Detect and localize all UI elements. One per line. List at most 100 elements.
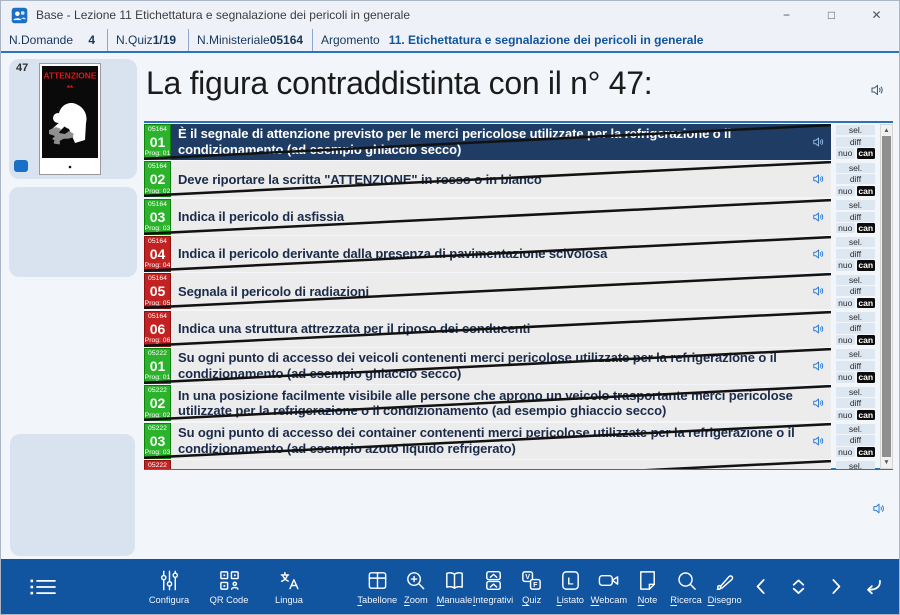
close-button[interactable]: ✕ (854, 1, 899, 29)
speaker-icon[interactable] (812, 322, 826, 336)
toolbar-label-zoom: Zoom (404, 595, 428, 605)
sel-button[interactable]: sel. (836, 387, 875, 397)
diff-button[interactable]: diff (836, 249, 875, 259)
toolbar-item-lingua[interactable]: Lingua (267, 559, 311, 614)
speaker-icon[interactable] (812, 172, 826, 186)
can-button[interactable]: can (857, 298, 876, 308)
toolbar-item-webcam[interactable]: Webcam (590, 559, 629, 614)
answer-row[interactable]: 05164 02 Prog: 02 Deve riportare la scri… (144, 161, 831, 197)
sel-button[interactable]: sel. (836, 349, 875, 359)
toolbar-item-listato[interactable]: L Listato (551, 559, 590, 614)
answer-code: 05164 (148, 238, 167, 246)
answer-row-controls: sel. diff nuo can (835, 273, 876, 309)
scrollbar-thumb[interactable] (882, 136, 891, 457)
scroll-up-icon[interactable]: ▲ (881, 126, 892, 135)
toolbar-item-manuale[interactable]: Manuale (435, 559, 474, 614)
speaker-icon[interactable] (812, 135, 826, 149)
can-button[interactable]: can (857, 186, 876, 196)
sel-button[interactable]: sel. (836, 275, 875, 285)
toolbar-item-prev[interactable] (746, 559, 776, 614)
nuo-button[interactable]: nuo (836, 186, 855, 196)
nuo-button[interactable]: nuo (836, 148, 855, 158)
toolbar-item-menu[interactable] (23, 559, 63, 614)
toolbar-item-note[interactable]: Note (628, 559, 667, 614)
answer-number: 01 (150, 359, 166, 373)
toolbar-item-disegno[interactable]: Disegno (705, 559, 744, 614)
nuo-button[interactable]: nuo (836, 447, 855, 457)
toolbar-item-configura[interactable]: Configura (143, 559, 195, 614)
speaker-icon[interactable] (812, 210, 826, 224)
speaker-icon[interactable] (812, 434, 826, 448)
speaker-icon[interactable] (812, 396, 826, 410)
sel-button[interactable]: sel. (836, 312, 875, 322)
can-button[interactable]: can (857, 410, 876, 420)
toolbar-item-ricerca[interactable]: Ricerca (667, 559, 706, 614)
speaker-icon[interactable] (812, 359, 826, 373)
nuo-button[interactable]: nuo (836, 298, 855, 308)
answer-code: 05164 (148, 275, 167, 283)
answer-row[interactable]: 05164 01 Prog: 01 È il segnale di attenz… (144, 124, 831, 160)
answer-row[interactable]: 05222 04 Prog: 04 Sui 2 lati della cabin… (144, 460, 831, 469)
answer-row[interactable]: 05222 02 Prog: 02 In una posizione facil… (144, 385, 831, 421)
answers-list: 05164 01 Prog: 01 È il segnale di attenz… (144, 124, 831, 469)
nuo-button[interactable]: nuo (836, 335, 855, 345)
answer-number: 04 (150, 247, 166, 261)
speaker-icon[interactable] (812, 284, 826, 298)
sel-button[interactable]: sel. (836, 125, 875, 135)
toolbar-item-next[interactable] (820, 559, 850, 614)
maximize-button[interactable]: □ (809, 1, 854, 29)
nuo-button[interactable]: nuo (836, 372, 855, 382)
diff-button[interactable]: diff (836, 361, 875, 371)
sel-button[interactable]: sel. (836, 200, 875, 210)
scroll-down-icon[interactable]: ▼ (881, 458, 892, 467)
grid-board-icon (366, 569, 389, 592)
can-button[interactable]: can (857, 447, 876, 457)
answer-badge: 05222 04 Prog: 04 (144, 460, 171, 469)
diff-button[interactable]: diff (836, 286, 875, 296)
chevrons-up-down-icon (788, 576, 809, 597)
stat-n-ministeriale: N.Ministeriale 05164 (189, 29, 313, 51)
page-speaker-icon[interactable] (872, 501, 887, 516)
sel-button[interactable]: sel. (836, 424, 875, 434)
sel-button[interactable]: sel. (836, 237, 875, 247)
scrollbar[interactable]: ▲ ▼ (880, 124, 893, 469)
answer-row[interactable]: 05164 03 Prog: 03 Indica il pericolo di … (144, 199, 831, 235)
nuo-button[interactable]: nuo (836, 260, 855, 270)
answer-row[interactable]: 05222 01 Prog: 01 Su ogni punto di acces… (144, 348, 831, 384)
speaker-icon[interactable] (812, 247, 826, 261)
diff-button[interactable]: diff (836, 212, 875, 222)
sel-button[interactable]: sel. (836, 461, 875, 469)
toolbar-item-expand[interactable] (783, 559, 813, 614)
answer-prog: Prog: 05 (145, 300, 171, 308)
toolbar-item-quiz[interactable]: VF Quiz (512, 559, 551, 614)
can-button[interactable]: can (857, 223, 876, 233)
diff-button[interactable]: diff (836, 174, 875, 184)
toolbar-item-return[interactable] (857, 559, 887, 614)
answer-code: 05164 (148, 313, 167, 321)
diff-button[interactable]: diff (836, 398, 875, 408)
can-button[interactable]: can (857, 335, 876, 345)
answer-row[interactable]: 05164 05 Prog: 05 Segnala il pericolo di… (144, 273, 831, 309)
sel-button[interactable]: sel. (836, 163, 875, 173)
question-speaker-icon[interactable] (870, 82, 886, 98)
figure-marker-chip[interactable] (14, 160, 28, 172)
toolbar-item-zoom[interactable]: Zoom (397, 559, 436, 614)
diff-button[interactable]: diff (836, 435, 875, 445)
diff-button[interactable]: diff (836, 323, 875, 333)
answer-row[interactable]: 05164 06 Prog: 06 Indica una struttura a… (144, 311, 831, 347)
stat-n-quiz: N.Quiz 1/19 (108, 29, 189, 51)
toolbar-item-tabellone[interactable]: Tabellone (358, 559, 397, 614)
minimize-button[interactable]: − (764, 1, 809, 29)
toolbar-item-qr-code[interactable]: QR Code (205, 559, 253, 614)
answer-prog: Prog: 03 (145, 225, 171, 233)
nuo-button[interactable]: nuo (836, 410, 855, 420)
can-button[interactable]: can (857, 372, 876, 382)
nuo-button[interactable]: nuo (836, 223, 855, 233)
can-button[interactable]: can (857, 260, 876, 270)
diff-button[interactable]: diff (836, 137, 875, 147)
answer-row[interactable]: 05164 04 Prog: 04 Indica il pericolo der… (144, 236, 831, 272)
answer-row[interactable]: 05222 03 Prog: 03 Su ogni punto di acces… (144, 423, 831, 459)
toolbar-item-integrativi[interactable]: Integrativi (474, 559, 513, 614)
can-button[interactable]: can (857, 148, 876, 158)
svg-text:V: V (525, 573, 530, 581)
